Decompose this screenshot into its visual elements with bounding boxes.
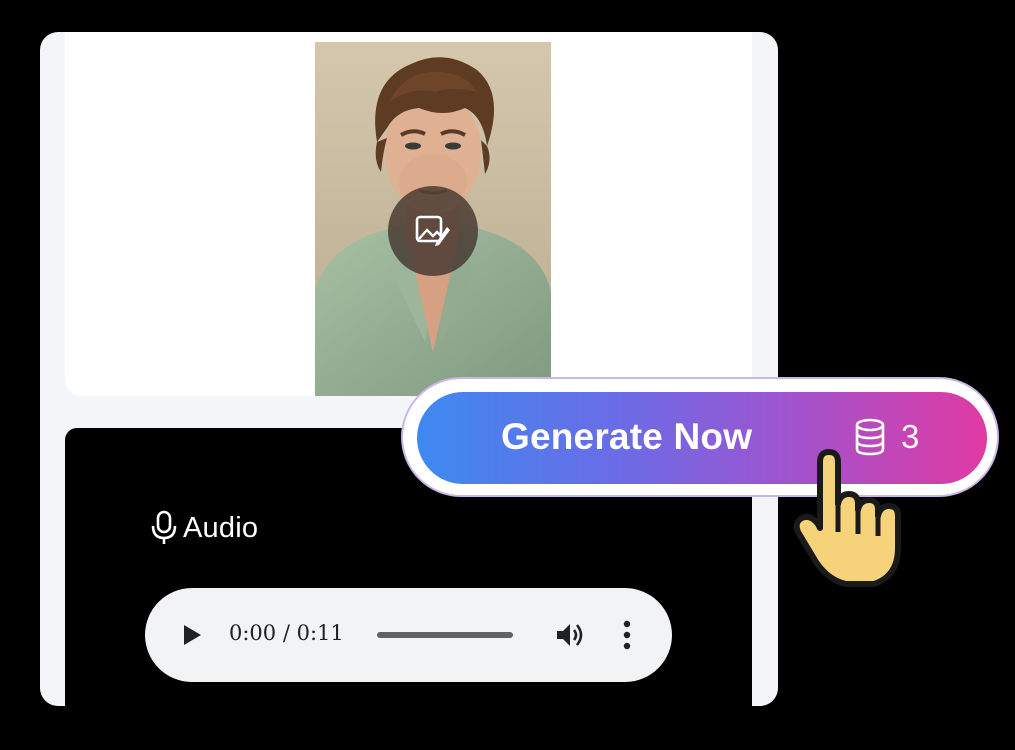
audio-player[interactable]: 0:00 / 0:11: [145, 588, 672, 682]
more-vertical-icon[interactable]: [617, 618, 637, 652]
audio-label: Audio: [183, 511, 259, 544]
content-card: Audio 0:00 / 0:11: [40, 32, 778, 706]
play-icon[interactable]: [179, 622, 205, 648]
microphone-icon: [151, 510, 177, 544]
image-edit-icon: [415, 215, 450, 246]
hand-pointer-icon: [793, 449, 901, 587]
volume-icon[interactable]: [555, 621, 585, 649]
edit-image-button[interactable]: [388, 186, 478, 276]
portrait-image[interactable]: [315, 42, 551, 396]
audio-time: 0:00 / 0:11: [229, 621, 344, 645]
image-panel: [65, 32, 752, 396]
audio-progress-slider[interactable]: [377, 632, 513, 638]
audio-heading: Audio: [149, 510, 258, 546]
stage: Audio 0:00 / 0:11 Generate Now 3: [0, 0, 1015, 750]
generate-label: Generate Now: [501, 416, 753, 457]
